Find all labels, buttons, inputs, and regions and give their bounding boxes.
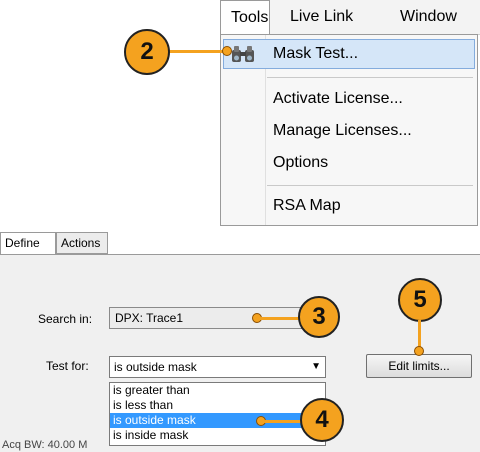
- callout-2: 2: [124, 29, 170, 75]
- test-for-value: is outside mask: [114, 360, 197, 374]
- callout-3: 3: [298, 296, 340, 338]
- menu-live-link[interactable]: Live Link: [280, 0, 363, 34]
- callout-4-leader: [264, 420, 304, 423]
- callout-3-leader: [260, 317, 300, 320]
- edit-limits-button[interactable]: Edit limits...: [366, 354, 472, 378]
- menu-item-manage-licenses[interactable]: Manage Licenses...: [273, 122, 412, 140]
- status-bar: Acq BW: 40.00 M: [2, 440, 88, 451]
- menu-separator: [267, 185, 473, 186]
- tab-define[interactable]: Define: [0, 232, 56, 255]
- menu-item-rsa-map[interactable]: RSA Map: [273, 197, 341, 215]
- option-less-than[interactable]: is less than: [110, 398, 325, 413]
- callout-5-dot: [414, 346, 424, 356]
- test-for-options: is greater than is less than is outside …: [109, 382, 326, 446]
- menu-separator: [267, 77, 473, 78]
- chevron-down-icon[interactable]: ▼: [311, 357, 321, 377]
- search-in-label: Search in:: [38, 312, 93, 326]
- tab-bar: Define Actions: [0, 232, 480, 255]
- binoculars-icon: [232, 46, 254, 62]
- test-for-label: Test for:: [46, 359, 89, 373]
- callout-2-leader: [166, 50, 228, 53]
- callout-2-dot: [222, 46, 232, 56]
- callout-4: 4: [300, 398, 344, 442]
- menu-item-mask-test[interactable]: Mask Test...: [273, 45, 358, 63]
- menu-tools[interactable]: Tools: [220, 0, 270, 35]
- tab-actions[interactable]: Actions: [56, 232, 108, 254]
- tools-dropdown: Mask Test... Activate License... Manage …: [220, 34, 478, 226]
- menu-window[interactable]: Window: [390, 0, 467, 34]
- menu-item-activate-license[interactable]: Activate License...: [273, 90, 403, 108]
- callout-5: 5: [398, 278, 442, 322]
- menu-item-options[interactable]: Options: [273, 154, 328, 172]
- option-greater-than[interactable]: is greater than: [110, 383, 325, 398]
- menu-bar: Tools Live Link Window: [220, 0, 480, 35]
- test-for-select[interactable]: is outside mask ▼: [109, 356, 326, 378]
